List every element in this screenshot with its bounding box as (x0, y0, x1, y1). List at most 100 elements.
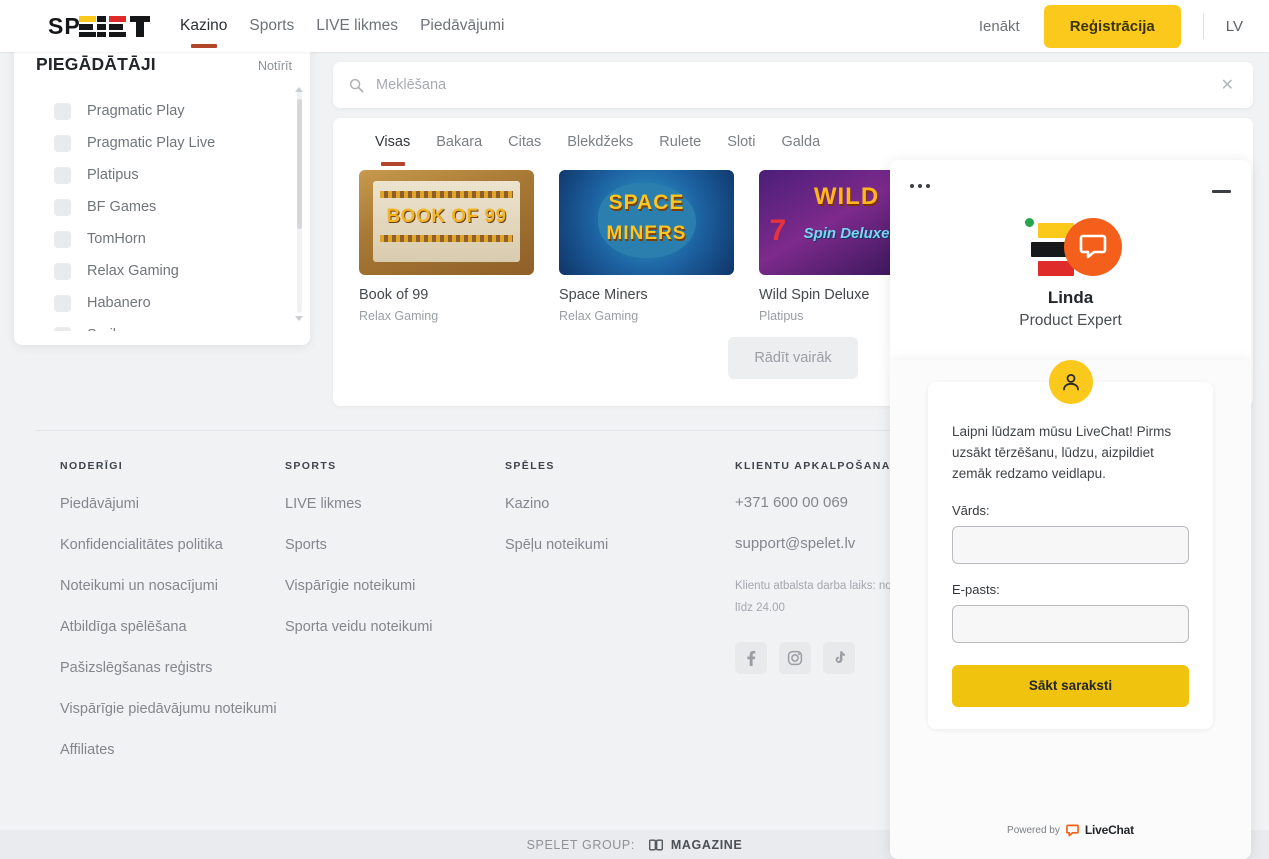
scroll-up-icon[interactable] (295, 87, 303, 92)
tab-bakara[interactable]: Bakara (436, 134, 482, 164)
footer-column-title: SPĒLES (505, 460, 555, 472)
footer-link[interactable]: Atbildīga spēlēšana (60, 617, 285, 638)
email-field[interactable] (952, 604, 1189, 643)
footer-link[interactable]: Affiliates (60, 740, 285, 761)
provider-label: Relax Gaming (87, 263, 179, 279)
tab-blekdzeks[interactable]: Blekdžeks (567, 134, 633, 164)
footer-link[interactable]: LIVE likmes (285, 494, 505, 515)
provider-row[interactable]: Pragmatic Play (14, 95, 310, 127)
footer-link[interactable]: Pašizslēgšanas reģistrs (60, 658, 285, 679)
provider-row[interactable]: Relax Gaming (14, 255, 310, 287)
search-clear-icon[interactable]: ✕ (1218, 75, 1237, 95)
provider-checkbox[interactable] (54, 102, 71, 120)
name-field-label: Vārds: (952, 502, 990, 518)
instagram-link[interactable] (779, 641, 811, 674)
nav-item-kazino[interactable]: Kazino (180, 0, 227, 52)
tab-sloti[interactable]: Sloti (727, 134, 755, 164)
svg-text:SP: SP (48, 13, 81, 39)
footer-column-noderigi: NODERĪGI Piedāvājumi Konfidencialitātes … (60, 460, 285, 781)
game-provider: Relax Gaming (559, 309, 639, 323)
footer-link[interactable]: Konfidencialitātes politika (60, 535, 285, 556)
footer-link[interactable]: Kazino (505, 494, 735, 515)
provider-row[interactable]: TomHorn (14, 223, 310, 255)
tab-visas[interactable]: Visas (375, 134, 410, 164)
livechat-header: Linda Product Expert (890, 160, 1251, 360)
site-logo[interactable]: SP (48, 11, 152, 41)
provider-row[interactable]: BF Games (14, 191, 310, 223)
footer-link[interactable]: Sporta veidu noteikumi (285, 617, 505, 638)
livechat-bubble-icon (1063, 218, 1122, 276)
nav-item-live-likmes[interactable]: LIVE likmes (316, 0, 398, 52)
minimize-icon[interactable] (1212, 190, 1231, 193)
provider-row[interactable]: Spribe (14, 319, 310, 331)
facebook-link[interactable] (735, 641, 767, 674)
game-tile[interactable]: BOOK OF 99 Book of 99 Relax Gaming (359, 170, 534, 323)
magazine-label: MAGAZINE (670, 837, 743, 852)
footer-column-speles: SPĒLES Kazino Spēļu noteikumi (505, 460, 735, 781)
tab-label: Blekdžeks (567, 134, 634, 150)
tab-galda[interactable]: Galda (781, 134, 820, 164)
livechat-body: Laipni lūdzam mūsu LiveChat! Pirms uzsāk… (890, 360, 1251, 859)
game-art-subtitle: MINERS (606, 222, 687, 244)
facebook-icon (747, 650, 756, 666)
game-thumbnail[interactable]: SPACE MINERS (559, 170, 734, 275)
game-thumbnail[interactable]: BOOK OF 99 (359, 170, 534, 275)
provider-row[interactable]: Pragmatic Play Live (14, 127, 310, 159)
support-hours-line2: līdz 24.00 (735, 601, 785, 614)
register-button[interactable]: Reģistrācija (1043, 4, 1181, 48)
provider-row[interactable]: Habanero (14, 287, 310, 319)
show-more-button[interactable]: Rādīt vairāk (728, 337, 858, 379)
provider-checkbox[interactable] (54, 294, 71, 312)
footer-link[interactable]: Vispārīgie noteikumi (285, 576, 505, 597)
tab-citas[interactable]: Citas (508, 134, 541, 164)
game-tile[interactable]: SPACE MINERS Space Miners Relax Gaming (559, 170, 734, 323)
search-icon (349, 78, 364, 92)
start-chat-button[interactable]: Sākt saraksti (952, 664, 1189, 707)
game-category-tabs: Visas Bakara Citas Blekdžeks Rulete Slot… (333, 118, 1253, 164)
provider-label: BF Games (87, 199, 157, 215)
tab-rulete[interactable]: Rulete (659, 134, 701, 164)
magazine-link[interactable]: MAGAZINE (648, 837, 743, 852)
provider-label: TomHorn (87, 231, 146, 247)
provider-checkbox[interactable] (54, 134, 71, 152)
footer-column-sports: SPORTS LIVE likmes Sports Vispārīgie not… (285, 460, 505, 781)
search-input[interactable] (376, 77, 1218, 93)
more-options-icon[interactable] (910, 184, 930, 188)
footer-link[interactable]: Noteikumi un nosacījumi (60, 576, 285, 597)
footer-link[interactable]: Sports (285, 535, 505, 556)
scroll-down-icon[interactable] (295, 316, 303, 321)
footer-link[interactable]: Piedāvājumi (60, 494, 285, 515)
main-nav: Kazino Sports LIVE likmes Piedāvājumi (180, 0, 505, 52)
login-link[interactable]: Ienākt (979, 18, 1020, 35)
nav-item-piedavajumi[interactable]: Piedāvājumi (420, 0, 504, 52)
footer-column-title: SPORTS (285, 460, 337, 472)
game-art-title: BOOK OF 99 (386, 205, 507, 227)
provider-filter-panel: PIEGĀDĀTĀJI Notīrīt Pragmatic Play Pragm… (14, 40, 310, 345)
provider-label: Spribe (87, 327, 129, 331)
nav-label: Sports (249, 17, 295, 34)
nav-item-sports[interactable]: Sports (249, 0, 294, 52)
instagram-icon (787, 650, 803, 665)
tab-label: Bakara (436, 134, 483, 150)
provider-filter-clear[interactable]: Notīrīt (258, 59, 292, 73)
provider-checkbox[interactable] (54, 166, 71, 184)
language-selector[interactable]: LV (1226, 18, 1243, 35)
footer-column-title: NODERĪGI (60, 460, 124, 472)
tiktok-icon (835, 650, 845, 663)
page-root: SP Kazino Sports LIVE likmes Piedāvājumi… (0, 0, 1269, 859)
provider-label: Pragmatic Play (87, 103, 185, 119)
provider-checkbox[interactable] (54, 198, 71, 216)
spelet-logo-icon: SP (48, 13, 150, 39)
tiktok-link[interactable] (823, 641, 855, 674)
footer-link[interactable]: Spēļu noteikumi (505, 535, 735, 556)
livechat-brand-name: LiveChat (1084, 823, 1134, 837)
game-art-space-miners: SPACE MINERS (559, 170, 734, 275)
provider-scrollbar-thumb[interactable] (297, 99, 302, 229)
provider-checkbox[interactable] (54, 262, 71, 280)
footer-link[interactable]: Vispārīgie piedāvājumu noteikumi (60, 699, 285, 720)
provider-row[interactable]: Platipus (14, 159, 310, 191)
provider-label: Habanero (87, 295, 151, 311)
name-field[interactable] (952, 525, 1189, 564)
provider-checkbox[interactable] (54, 230, 71, 248)
provider-checkbox[interactable] (54, 326, 71, 331)
